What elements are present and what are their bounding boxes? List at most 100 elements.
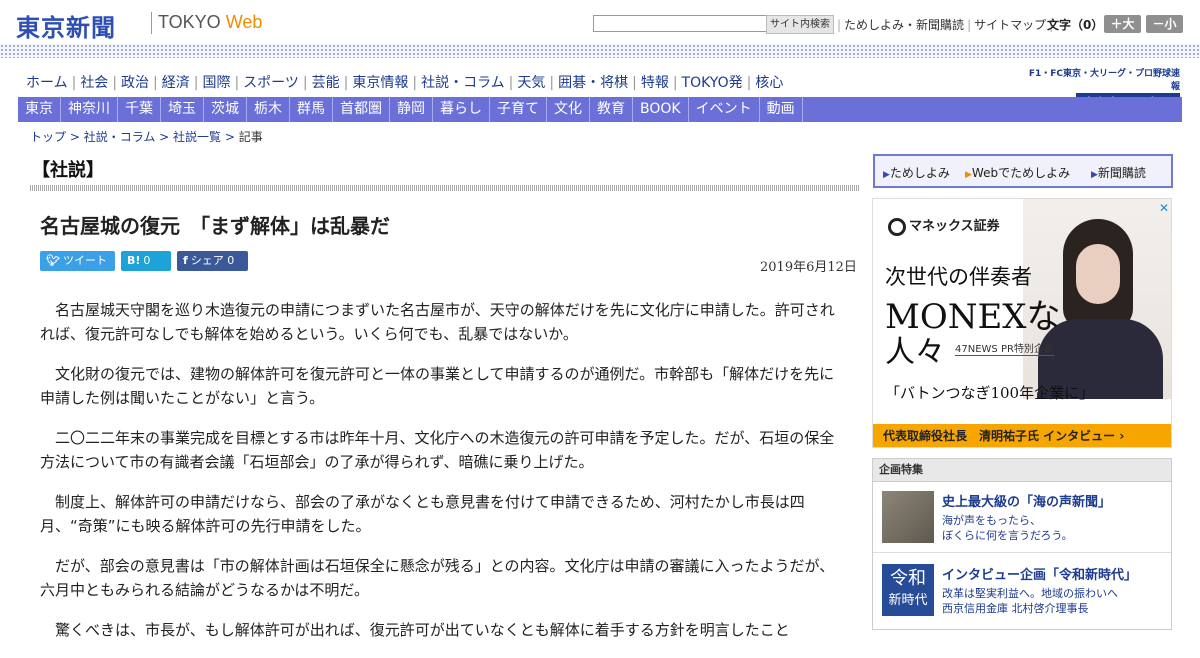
web-trial-read-link[interactable]: ▶Webでためしよみ <box>965 164 1070 181</box>
arrow-right-icon: ▶ <box>883 170 890 180</box>
breadcrumb-editorial[interactable]: 社説・コラム <box>84 130 156 144</box>
subnav-culture[interactable]: 文化 <box>547 97 590 122</box>
ad-headline-3: 人々 <box>885 335 945 370</box>
article-paragraph: だが、部会の意見書は「市の解体計画は石垣保全に懸念が残る」との内容。文化庁は申請… <box>40 557 835 599</box>
feature-description: 海が声をもったら、 ぼくらに何を言うだろう。 <box>942 513 1073 543</box>
feature-item[interactable]: 令和 新時代 インタビュー企画「令和新時代」 改革は堅実利益へ。地域の振わいへ … <box>882 564 1167 616</box>
section-divider <box>30 185 860 191</box>
article-paragraph: 名古屋城天守閣を巡り木造復元の申請につまずいた名古屋市が、天守の解体だけを先に文… <box>40 301 835 343</box>
share-label: シェア <box>190 254 224 267</box>
subnav-gunma[interactable]: 群馬 <box>290 97 333 122</box>
subnav-saitama[interactable]: 埼玉 <box>161 97 204 122</box>
ad-interview-label: 代表取締役社長 清明祐子氏 インタビュー › <box>883 429 1125 443</box>
subnav-chiba[interactable]: 千葉 <box>118 97 161 122</box>
ad-interview-band[interactable]: 代表取締役社長 清明祐子氏 インタビュー › <box>873 424 1171 447</box>
subnav-book[interactable]: BOOK <box>633 97 689 122</box>
subscribe-link[interactable]: ▶新聞購読 <box>1091 164 1146 181</box>
subnav-video[interactable]: 動画 <box>760 97 803 122</box>
subscribe-box: ▶ためしよみ ▶Webでためしよみ ▶新聞購読 <box>873 154 1173 188</box>
font-size-label: 文字（0） <box>1047 18 1104 32</box>
nav-kakushin[interactable]: 核心 <box>751 75 787 91</box>
subnav-parenting[interactable]: 子育て <box>490 97 547 122</box>
article-paragraph: 驚くべきは、市長が、もし解体許可が出れば、復元許可が出ていなくとも解体に着手する… <box>55 621 790 639</box>
site-search-button[interactable]: サイト内検索 <box>766 15 834 34</box>
nav-society[interactable]: 社会 <box>76 75 112 91</box>
subnav-shizuoka[interactable]: 静岡 <box>390 97 433 122</box>
nav-sports[interactable]: スポーツ <box>239 75 303 91</box>
section-heading: 【社説】 <box>32 160 104 181</box>
font-larger-button[interactable]: ＋大 <box>1104 15 1141 33</box>
web-trial-read-label: Webでためしよみ <box>971 166 1071 180</box>
tweet-label: ツイート <box>62 254 107 267</box>
facebook-share-button[interactable]: f シェア 0 <box>177 251 248 271</box>
hatena-bookmark-button[interactable]: B! 0 <box>121 251 171 271</box>
feature-divider <box>873 552 1171 553</box>
nav-home[interactable]: ホーム <box>22 75 72 91</box>
facebook-f-icon: f <box>183 254 188 267</box>
nav-tokuho[interactable]: 特報 <box>637 75 673 91</box>
regional-nav: 東京 神奈川 千葉 埼玉 茨城 栃木 群馬 首都圏 静岡 暮らし 子育て 文化 … <box>18 97 1182 122</box>
nav-editorial-column[interactable]: 社説・コラム <box>417 75 509 91</box>
subnav-kanagawa[interactable]: 神奈川 <box>61 97 118 122</box>
breadcrumb-editorial-list[interactable]: 社説一覧 <box>173 130 221 144</box>
ad-quote: 「バトンつなぎ100年企業に」 <box>885 384 1095 402</box>
feature-desc-line: ぼくらに何を言うだろう。 <box>942 529 1073 542</box>
header-dotted-divider <box>0 44 1200 58</box>
tokyo-web-logo[interactable]: TOKYO Web <box>158 12 262 33</box>
feature-title[interactable]: 史上最大級の「海の声新聞」 <box>942 491 1111 510</box>
article-title: 名古屋城の復元 「まず解体」は乱暴だ <box>40 214 390 238</box>
trial-read-label: ためしよみ <box>889 166 950 180</box>
breadcrumb: トップ > 社説・コラム > 社説一覧 > 記事 <box>30 130 263 144</box>
subnav-tochigi[interactable]: 栃木 <box>247 97 290 122</box>
feature-item[interactable]: 史上最大級の「海の声新聞」 海が声をもったら、 ぼくらに何を言うだろう。 <box>882 491 1167 543</box>
breadcrumb-current: 記事 <box>238 130 263 144</box>
feature-box: 企画特集 史上最大級の「海の声新聞」 海が声をもったら、 ぼくらに何を言うだろう… <box>872 458 1172 630</box>
nav-go-shogi[interactable]: 囲碁・将棋 <box>554 75 632 91</box>
trial-read-link[interactable]: ▶ためしよみ <box>883 164 950 181</box>
breadcrumb-top[interactable]: トップ <box>30 130 66 144</box>
nav-tokyo-hatsu[interactable]: TOKYO発 <box>678 75 747 91</box>
tweet-button[interactable]: 🐦︎ ツイート <box>40 251 115 271</box>
nav-weather[interactable]: 天気 <box>513 75 549 91</box>
hatena-count: 0 <box>143 254 151 267</box>
nav-tokyo-info[interactable]: 東京情報 <box>348 75 412 91</box>
web-text: Web <box>225 12 263 32</box>
logo-divider <box>151 12 152 34</box>
feature-title[interactable]: インタビュー企画「令和新時代」 <box>942 564 1137 583</box>
ad-close-icon[interactable]: ✕ <box>1159 201 1169 215</box>
reiwa-thumbnail: 令和 新時代 <box>882 564 934 616</box>
feature-description: 改革は堅実利益へ。地域の振わいへ 西京信用金庫 北村啓介理事長 <box>942 586 1118 616</box>
thumb-text: 令和 <box>890 568 926 589</box>
nav-entertainment[interactable]: 芸能 <box>308 75 344 91</box>
site-header: 東京新聞 TOKYO Web サイト内検索 | ためしよみ・新聞購読 | サイトマップ… <box>0 0 1200 46</box>
ad-portrait-face <box>1076 244 1120 304</box>
feature-desc-line: 海が声をもったら、 <box>942 514 1041 527</box>
subscribe-label: 新聞購読 <box>1097 166 1146 180</box>
nav-international[interactable]: 国際 <box>198 75 234 91</box>
subnav-living[interactable]: 暮らし <box>433 97 490 122</box>
article-paragraph: 制度上、解体許可の申請だけなら、部会の了承がなくとも意見書を付けて申請できるため… <box>40 493 805 535</box>
top-links: | ためしよみ・新聞購読 | サイトマップ | <box>837 16 1053 33</box>
subnav-education[interactable]: 教育 <box>590 97 633 122</box>
monex-ad-banner[interactable]: ✕ マネックス証券 次世代の伴奏者 MONEXな 人々 47NEWS PR特別企… <box>872 198 1172 448</box>
arrow-right-icon: ▶ <box>1091 170 1098 180</box>
site-logo[interactable]: 東京新聞 <box>16 8 116 43</box>
subnav-tokyo[interactable]: 東京 <box>18 97 61 122</box>
nav-politics[interactable]: 政治 <box>117 75 153 91</box>
subnav-event[interactable]: イベント <box>689 97 760 122</box>
article-body: 名古屋城天守閣を巡り木造復元の申請につまずいた名古屋市が、天守の解体だけを先に文… <box>40 298 842 658</box>
feature-desc-line: 改革は堅実利益へ。地域の振わいへ <box>942 587 1118 600</box>
twitter-bird-icon: 🐦︎ <box>46 254 60 267</box>
nav-economy[interactable]: 経済 <box>158 75 194 91</box>
trial-subscribe-link[interactable]: ためしよみ・新聞購読 <box>841 18 967 32</box>
sitemap-link[interactable]: サイトマップ <box>971 18 1049 32</box>
subnav-shutoken[interactable]: 首都圏 <box>333 97 390 122</box>
monex-logo-icon <box>888 217 906 236</box>
share-count: 0 <box>227 254 235 267</box>
ad-pr-label: 47NEWS PR特別企画 <box>955 340 1054 356</box>
ad-headline-1: 次世代の伴奏者 <box>885 265 1032 289</box>
search-input[interactable] <box>593 15 767 32</box>
subnav-ibaraki[interactable]: 茨城 <box>204 97 247 122</box>
font-smaller-button[interactable]: －小 <box>1146 15 1183 33</box>
hatena-b-icon: B! <box>127 254 141 267</box>
